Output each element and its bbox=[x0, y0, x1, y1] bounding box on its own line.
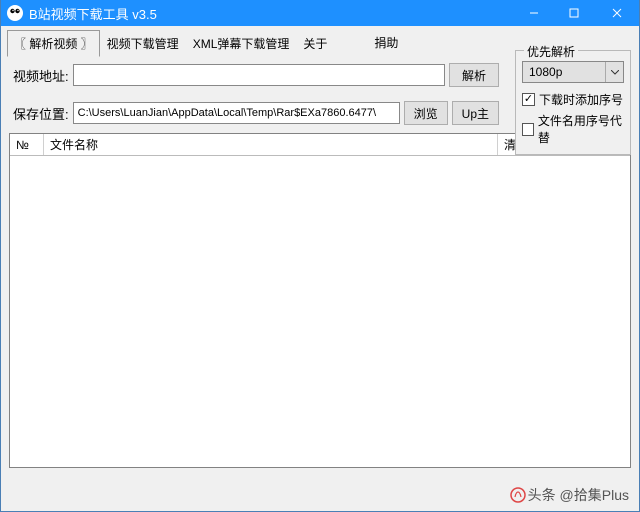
video-url-label: 视频地址: bbox=[13, 66, 69, 85]
checkbox-add-sequence-label: 下载时添加序号 bbox=[539, 91, 623, 108]
tab-parse-video[interactable]: 〖 解析视频 〗 bbox=[7, 30, 100, 57]
tab-download-management[interactable]: 视频下载管理 bbox=[100, 30, 186, 57]
close-button[interactable] bbox=[594, 0, 639, 26]
title-bar: B站视频下载工具 v3.5 bbox=[1, 0, 639, 26]
watermark-text: 头条 @拾集Plus bbox=[528, 485, 629, 505]
col-header-number[interactable]: № bbox=[10, 134, 44, 155]
uncheck-icon bbox=[522, 123, 534, 136]
checkbox-sequence-replace-label: 文件名用序号代替 bbox=[538, 112, 624, 146]
table-body[interactable] bbox=[10, 156, 630, 467]
video-url-input[interactable] bbox=[73, 64, 445, 86]
priority-parse-panel: 优先解析 1080p ✓ 下载时添加序号 文件名用序号代替 bbox=[515, 50, 631, 155]
save-path-input[interactable] bbox=[73, 102, 400, 124]
col-header-filename[interactable]: 文件名称 bbox=[44, 134, 498, 155]
tab-xml-danmaku-management[interactable]: XML弹幕下载管理 bbox=[186, 30, 297, 57]
watermark: 头条 @拾集Plus bbox=[510, 485, 629, 505]
check-icon: ✓ bbox=[522, 93, 535, 106]
checkbox-add-sequence[interactable]: ✓ 下载时添加序号 bbox=[522, 89, 624, 110]
save-path-label: 保存位置: bbox=[13, 104, 69, 123]
resolution-select[interactable]: 1080p bbox=[522, 61, 624, 83]
donate-link[interactable]: 捐助 bbox=[364, 30, 408, 57]
app-icon bbox=[5, 3, 25, 23]
priority-legend: 优先解析 bbox=[524, 43, 578, 60]
window-controls bbox=[514, 0, 639, 26]
file-table: № 文件名称 清晰度 视频个数 bbox=[9, 133, 631, 468]
browse-button[interactable]: 浏览 bbox=[404, 101, 448, 125]
tab-about[interactable]: 关于 bbox=[296, 30, 334, 57]
resolution-selected: 1080p bbox=[529, 65, 562, 79]
parse-button[interactable]: 解析 bbox=[449, 63, 499, 87]
window-title: B站视频下载工具 v3.5 bbox=[29, 4, 514, 23]
watermark-icon bbox=[510, 487, 526, 503]
checkbox-sequence-replace-name[interactable]: 文件名用序号代替 bbox=[522, 110, 624, 148]
maximize-button[interactable] bbox=[554, 0, 594, 26]
uploader-button[interactable]: Up主 bbox=[452, 101, 499, 125]
minimize-button[interactable] bbox=[514, 0, 554, 26]
chevron-down-icon bbox=[605, 62, 623, 82]
